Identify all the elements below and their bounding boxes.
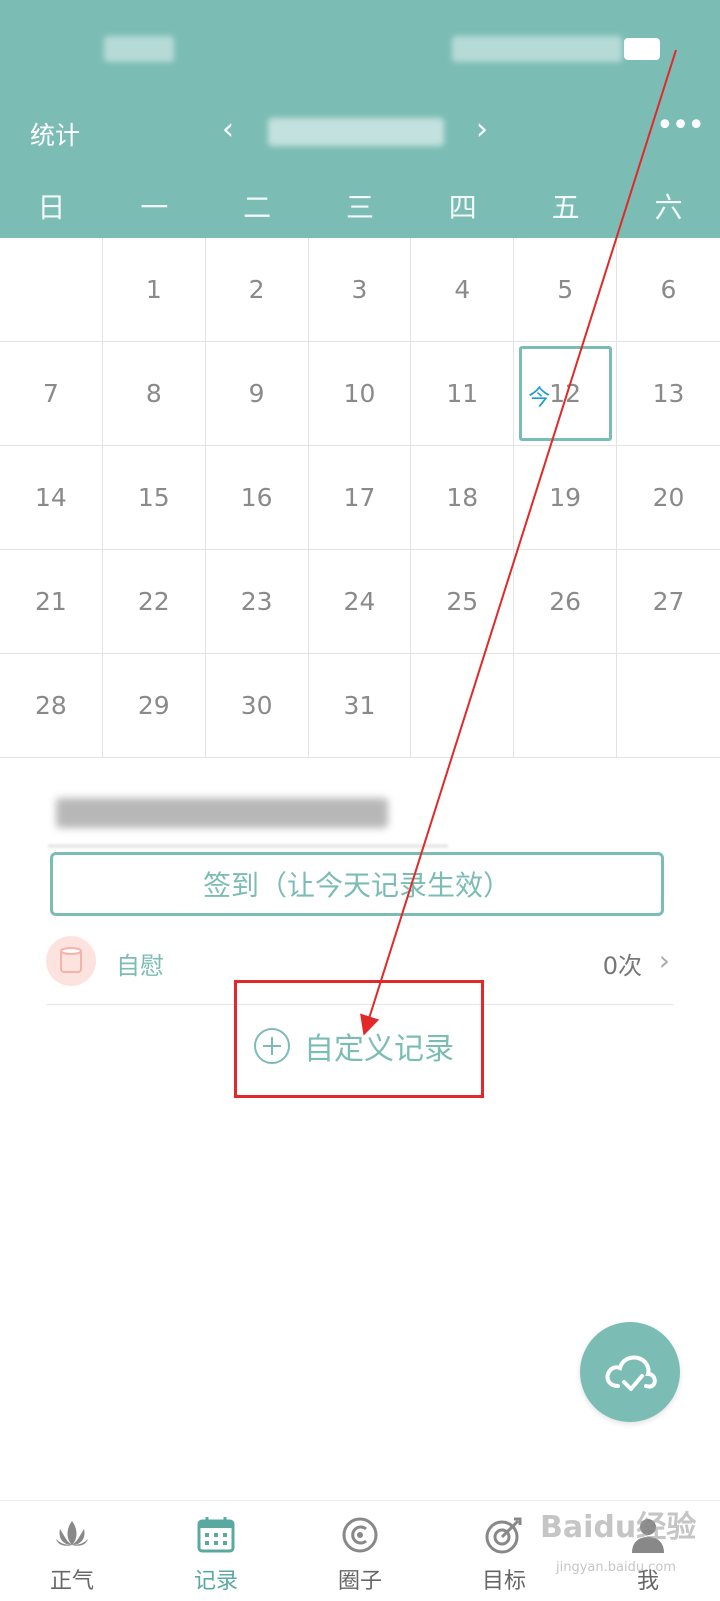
- baidu-watermark: Baidu经验: [540, 1510, 697, 1545]
- cloud-check-icon: [605, 1355, 657, 1391]
- cloud-sync-button[interactable]: [580, 1322, 680, 1422]
- target-icon: [485, 1517, 522, 1554]
- calendar-icon: [197, 1517, 235, 1553]
- circle-icon: [342, 1517, 378, 1553]
- tab-label: 圈子: [337, 1569, 382, 1594]
- tab-zhengqi[interactable]: 正气: [0, 1501, 144, 1601]
- tab-label: 正气: [49, 1569, 94, 1594]
- tab-quanzi[interactable]: 圈子: [288, 1501, 432, 1601]
- tab-label: 目标: [481, 1569, 526, 1594]
- tab-jilu[interactable]: 记录: [144, 1501, 288, 1601]
- tab-label: 记录: [193, 1569, 238, 1594]
- lotus-icon: [56, 1521, 88, 1546]
- baidu-watermark-url: jingyan.baidu.com: [556, 1560, 676, 1575]
